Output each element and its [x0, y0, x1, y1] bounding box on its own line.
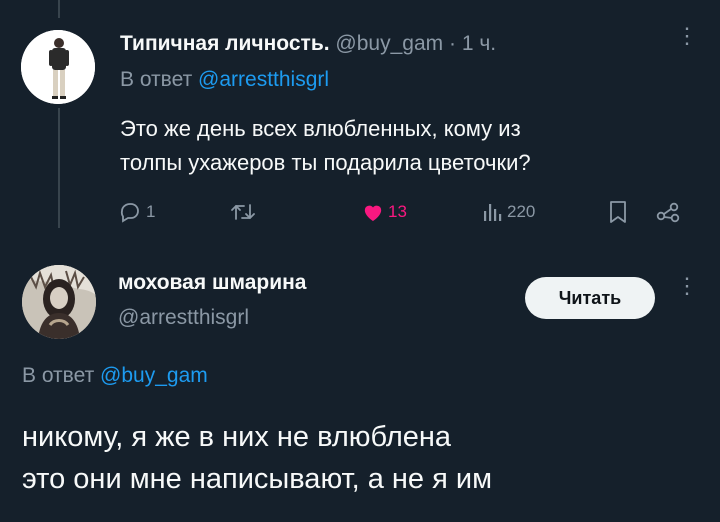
heart-icon: [362, 202, 384, 222]
author-handle[interactable]: @arrestthisgrl: [118, 306, 249, 330]
reply-button[interactable]: 1: [118, 198, 155, 226]
reply-count: 1: [146, 202, 156, 221]
reply-context: В ответ @arrestthisgrl: [120, 67, 329, 93]
author-handle[interactable]: @buy_gam: [335, 32, 443, 55]
avatar[interactable]: [22, 265, 96, 339]
tweet-text: Это же день всех влюбленных, кому из тол…: [120, 112, 680, 180]
timestamp[interactable]: 1 ч.: [462, 32, 496, 55]
tweet-text-line: это они мне написывают, а не я им: [22, 463, 493, 495]
thread-line-top: [58, 0, 60, 18]
retweet-button[interactable]: [230, 198, 256, 226]
views-button[interactable]: 220: [481, 198, 535, 226]
retweet-icon: [230, 200, 256, 224]
reply-to-link[interactable]: @arrestthisgrl: [198, 68, 329, 91]
like-button[interactable]: 13: [362, 198, 407, 226]
reply-context: В ответ @buy_gam: [22, 364, 208, 388]
follow-button[interactable]: Читать: [525, 277, 655, 319]
reply-prefix: В ответ: [22, 364, 95, 387]
tweet-text-line: Это же день всех влюбленных, кому из: [120, 116, 521, 141]
author-name[interactable]: моховая шмарина: [118, 271, 307, 295]
reply-prefix: В ответ: [120, 68, 193, 91]
author-name[interactable]: Типичная личность.: [120, 32, 330, 55]
bookmark-icon: [608, 200, 628, 224]
bookmark-button[interactable]: [608, 198, 628, 226]
share-icon: [655, 200, 681, 224]
tweet-text-line: толпы ухажеров ты подарила цветочки?: [120, 150, 531, 175]
share-button[interactable]: [655, 198, 681, 226]
like-count: 13: [388, 202, 407, 221]
thread-line: [58, 108, 60, 228]
avatar[interactable]: [21, 30, 95, 104]
tweet-text: никому, я же в них не влюблена это они м…: [22, 416, 702, 500]
more-icon[interactable]: ⋮: [676, 25, 698, 47]
reply-to-link[interactable]: @buy_gam: [100, 364, 208, 387]
views-icon: [481, 201, 503, 223]
view-count: 220: [507, 202, 536, 221]
tweet-text-line: никому, я же в них не влюблена: [22, 421, 452, 453]
tweet-header: Типичная личность. @buy_gam · 1 ч.: [120, 31, 496, 57]
separator: ·: [448, 32, 456, 55]
reply-icon: [118, 200, 142, 224]
action-bar: 1 13 220: [118, 198, 688, 226]
more-icon[interactable]: ⋮: [676, 275, 698, 297]
